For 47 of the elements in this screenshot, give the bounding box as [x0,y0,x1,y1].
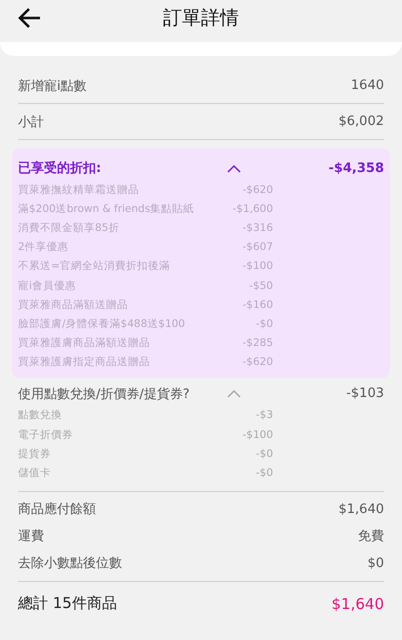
row-value: $1,640 [332,594,384,613]
group-total: -$103 [345,386,384,402]
discount-amount: -$607 [242,241,273,254]
discount-amount: -$0 [256,448,273,460]
discount-amount: -$50 [249,280,273,292]
discount-amount: -$0 [256,467,273,480]
discount-label: 2件享優惠 [18,240,69,254]
row-label: 新增寵i點數 [18,78,87,94]
row-value: 免費 [358,528,384,546]
discount-label: 買萊雅護膚商品滿額送贈品 [18,336,150,350]
discount-amount: -$1,600 [232,202,273,215]
discount-label: 點數兌換 [18,408,62,422]
row-label: 總計 15件商品 [18,594,117,614]
discount-amount: -$316 [242,222,273,234]
row-label: 商品應付餘額 [18,501,96,518]
discount-amount: -$160 [242,298,273,311]
discount-amount: -$3 [256,409,273,422]
group-title: 使用點數兌換/折價券/提貨券? [18,386,191,403]
discount-label: 寵i會員優惠 [18,278,76,293]
back-arrow-icon [18,7,42,29]
group-total: -$4,358 [327,160,384,176]
row-value: $6,002 [338,114,384,129]
row-label: 去除小數點後位數 [18,555,122,572]
discount-label: 提貨券 [18,446,51,461]
discount-label: 儲值卡 [18,466,51,480]
row-value: 1640 [350,78,384,93]
discount-label: 滿$200送brown & friends集點貼紙 [18,202,194,216]
row-label: 小計 [18,114,44,130]
discount-label: 消費不限金額享85折 [18,220,120,235]
discount-amount: -$620 [242,184,273,196]
discount-label: 買萊雅護膚指定商品送贈品 [18,355,150,370]
discount-amount: -$0 [256,318,273,330]
group-title: 已享受的折扣: [18,160,102,177]
discount-label: 電子折價券 [18,428,73,442]
discount-label: 不累送=官網全站消費折扣後滿 [18,259,170,274]
page-title: 訂單詳情 [162,6,240,31]
discount-label: 買萊雅撫紋精華霜送贈品 [18,182,139,197]
discount-amount: -$285 [242,337,273,350]
discount-amount: -$620 [242,356,273,368]
row-value: $0 [367,556,384,571]
row-value: $1,640 [338,502,384,517]
discount-label: 臉部護膚/身體保養滿$488送$100 [18,316,185,331]
discount-amount: -$100 [242,428,273,441]
row-label: 運費 [18,528,44,546]
discount-label: 買萊雅商品滿額送贈品 [18,298,128,312]
caret-up-icon[interactable] [227,164,241,172]
discount-amount: -$100 [242,260,273,272]
